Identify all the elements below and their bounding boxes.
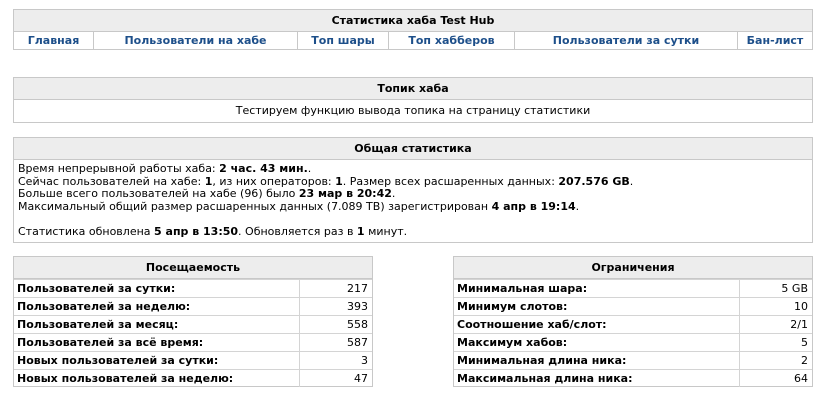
row-value: 2 (801, 354, 808, 367)
row-value: 3 (361, 354, 368, 367)
row-label: Минимальная шара: (454, 280, 740, 297)
table-row: Максимум хабов: 5 (454, 333, 812, 351)
row-label: Пользователей за неделю: (14, 298, 300, 315)
row-value: 2/1 (790, 318, 808, 331)
row-value: 558 (347, 318, 368, 331)
table-row: Пользователей за неделю: 393 (14, 297, 372, 315)
table-row: Пользователей за месяц: 558 (14, 315, 372, 333)
table-row: Минимум слотов: 10 (454, 297, 812, 315)
table-row: Минимальная длина ника: 2 (454, 351, 812, 369)
general-stats-body: Время непрерывной работы хаба: 2 час. 43… (14, 160, 812, 238)
general-stats-title: Общая статистика (14, 138, 812, 160)
visits-title: Посещаемость (14, 257, 372, 279)
table-row: Пользователей за всё время: 587 (14, 333, 372, 351)
hub-header-box: Статистика хаба Test Hub Главная Пользов… (13, 9, 813, 50)
limits-title: Ограничения (454, 257, 812, 279)
row-value: 47 (354, 372, 368, 385)
table-row: Новых пользователей за сутки: 3 (14, 351, 372, 369)
row-value: 64 (794, 372, 808, 385)
table-row: Новых пользователей за неделю: 47 (14, 369, 372, 387)
table-row: Пользователей за сутки: 217 (14, 279, 372, 297)
row-label: Минимальная длина ника: (454, 352, 740, 369)
nav-top-hubbers-link[interactable]: Топ хабберов (389, 32, 515, 49)
row-value: 217 (347, 282, 368, 295)
main-nav: Главная Пользователи на хабе Топ шары То… (14, 32, 812, 49)
max-share-line: Максимальный общий размер расшаренных да… (18, 199, 580, 213)
topic-title: Топик хаба (14, 78, 812, 100)
row-value: 393 (347, 300, 368, 313)
row-label: Пользователей за сутки: (14, 280, 300, 297)
row-label: Пользователей за месяц: (14, 316, 300, 333)
page-title: Статистика хаба Test Hub (14, 10, 812, 32)
topic-box: Топик хаба Тестируем функцию вывода топи… (13, 77, 813, 123)
row-label: Максимум хабов: (454, 334, 740, 351)
table-row: Максимальная длина ника: 64 (454, 369, 812, 387)
row-value: 5 GB (781, 282, 808, 295)
topic-text: Тестируем функцию вывода топика на стран… (235, 104, 591, 117)
row-value: 587 (347, 336, 368, 349)
footer-text-cut (300, 408, 530, 417)
general-stats-box: Общая статистика Время непрерывной работ… (13, 137, 813, 243)
nav-users-online-link[interactable]: Пользователи на хабе (94, 32, 298, 49)
row-value: 5 (801, 336, 808, 349)
table-row: Соотношение хаб/слот: 2/1 (454, 315, 812, 333)
row-label: Новых пользователей за неделю: (14, 370, 300, 387)
row-label: Новых пользователей за сутки: (14, 352, 300, 369)
nav-top-shares-link[interactable]: Топ шары (298, 32, 389, 49)
row-label: Максимальная длина ника: (454, 370, 740, 387)
table-row: Минимальная шара: 5 GB (454, 279, 812, 297)
row-label: Пользователей за всё время: (14, 334, 300, 351)
visits-table: Посещаемость Пользователей за сутки: 217 … (13, 256, 373, 387)
row-label: Минимум слотов: (454, 298, 740, 315)
nav-users-day-link[interactable]: Пользователи за сутки (515, 32, 738, 49)
nav-home-link[interactable]: Главная (14, 32, 94, 49)
row-value: 10 (794, 300, 808, 313)
row-label: Соотношение хаб/слот: (454, 316, 740, 333)
nav-ban-list-link[interactable]: Бан-лист (738, 32, 812, 49)
updated-line: Статистика обновлена 5 апр в 13:50. Обно… (18, 224, 408, 238)
limits-table: Ограничения Минимальная шара: 5 GB Миниму… (453, 256, 813, 387)
